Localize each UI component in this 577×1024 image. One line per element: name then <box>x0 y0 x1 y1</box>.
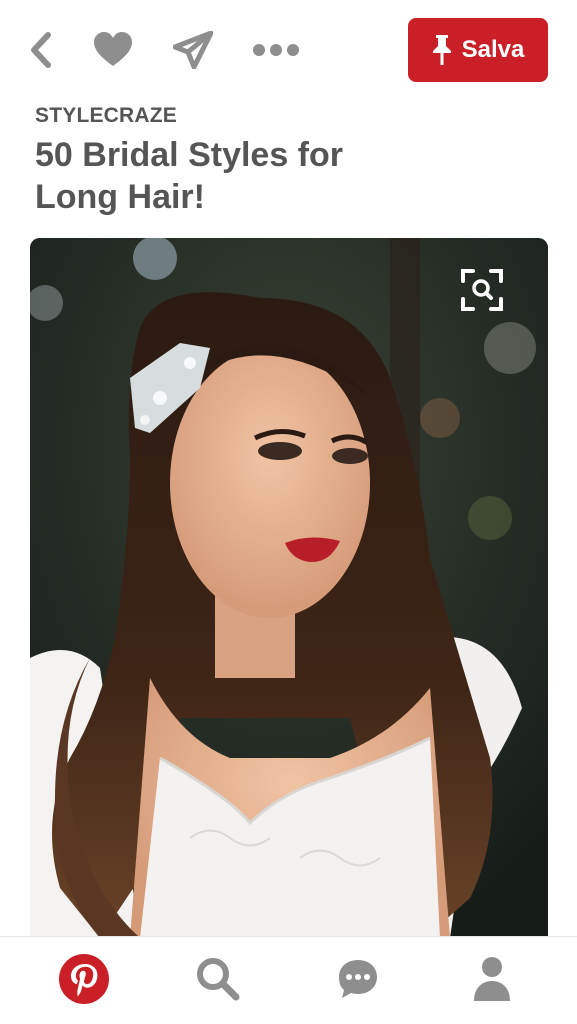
pinterest-logo-icon <box>58 953 110 1010</box>
heart-icon[interactable] <box>90 28 136 72</box>
tab-profile[interactable] <box>462 951 522 1011</box>
search-icon <box>195 956 241 1007</box>
save-button-label: Salva <box>461 36 525 63</box>
tab-home[interactable] <box>54 951 114 1011</box>
ellipsis-icon[interactable] <box>250 28 302 72</box>
bottom-tab-bar <box>0 936 577 1024</box>
paper-plane-icon[interactable] <box>170 28 216 72</box>
top-toolbar: Salva <box>0 0 577 100</box>
chevron-left-icon[interactable] <box>22 28 58 72</box>
visual-search-icon[interactable] <box>452 262 512 318</box>
bride-photo <box>30 238 548 938</box>
pin-source[interactable]: STYLECRAZE <box>35 104 177 128</box>
pin-image[interactable] <box>30 238 548 938</box>
save-button[interactable]: Salva <box>408 18 548 82</box>
chat-bubble-icon <box>336 957 380 1006</box>
pushpin-icon <box>432 34 452 66</box>
pin-title: 50 Bridal Styles for Long Hair! <box>35 136 344 216</box>
person-icon <box>472 956 512 1007</box>
tab-messages[interactable] <box>328 951 388 1011</box>
tab-search[interactable] <box>188 951 248 1011</box>
